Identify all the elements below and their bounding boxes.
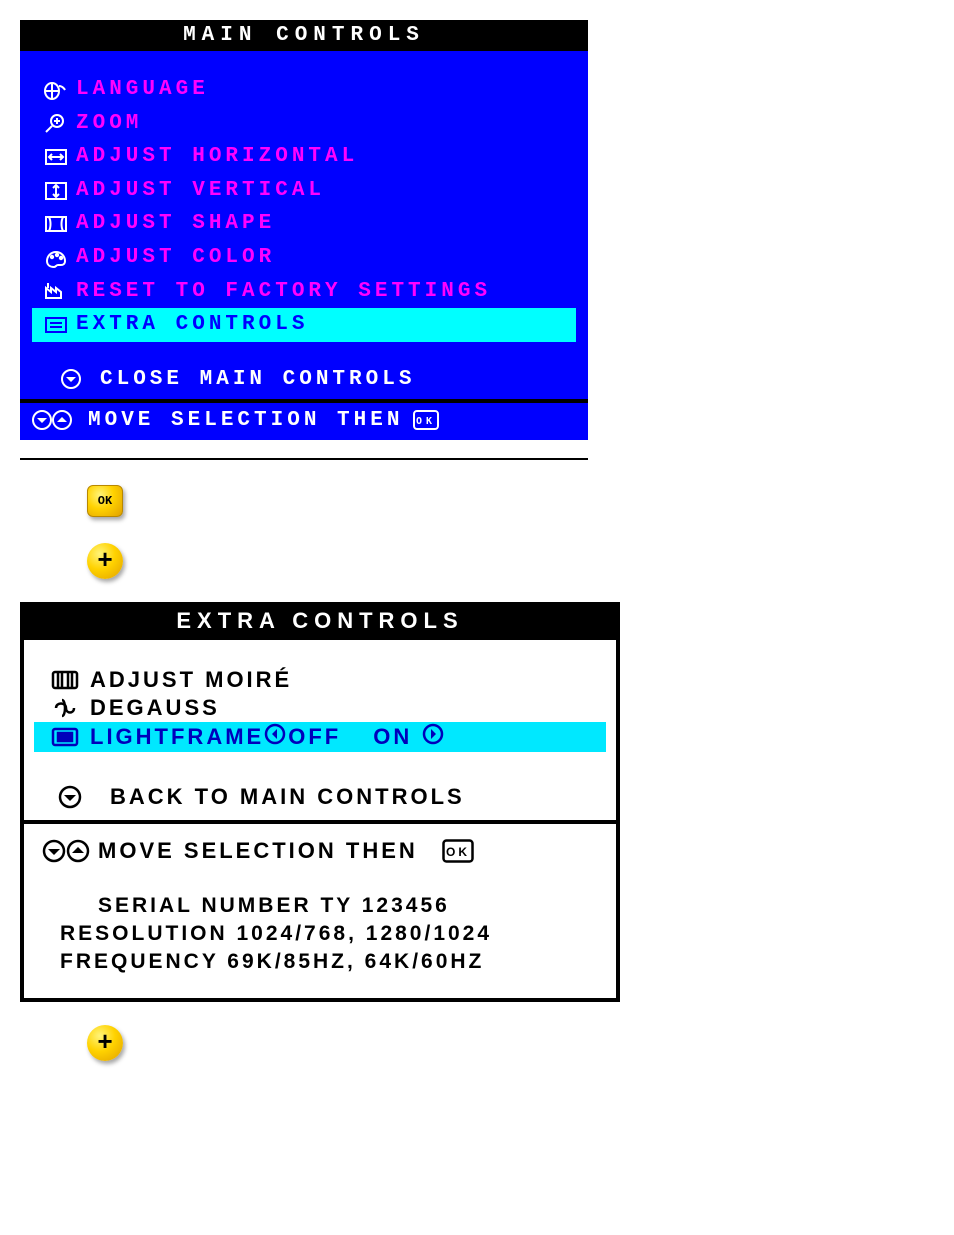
adjust-shape-icon [36, 213, 76, 235]
ok-button[interactable] [86, 482, 124, 520]
option-off[interactable]: OFF [288, 724, 341, 750]
menu-item-extra-controls[interactable]: EXTRA CONTROLS [32, 308, 576, 342]
down-arrow-icon [58, 785, 82, 809]
moire-icon [40, 668, 90, 692]
adjust-vertical-icon [36, 180, 76, 202]
menu-item-adjust-moire[interactable]: ADJUST MOIRÉ [34, 666, 606, 694]
menu-item-label: LIGHTFRAME [90, 724, 264, 750]
up-down-arrows-icon [42, 839, 90, 863]
footer-move-text: MOVE SELECTION THEN [98, 838, 418, 864]
up-down-arrows-icon [32, 409, 72, 431]
menu-item-label: ADJUST SHAPE [76, 207, 275, 241]
ok-icon: OK [442, 839, 474, 863]
extra-title: EXTRA CONTROLS [24, 606, 616, 640]
footer-text: MOVE SELECTION THEN [88, 409, 403, 432]
divider [20, 458, 588, 460]
right-arrow-icon [422, 723, 444, 751]
frequency-info: FREQUENCY 69K/85HZ, 64K/60HZ [42, 950, 598, 974]
footer-move-row: MOVE SELECTION THEN OK [42, 838, 598, 864]
menu-item-label: ADJUST VERTICAL [76, 174, 325, 208]
zoom-icon [36, 112, 76, 134]
menu-item-label: ADJUST HORIZONTAL [76, 140, 358, 174]
ok-icon [87, 485, 123, 517]
plus-button[interactable] [86, 1024, 124, 1062]
menu-item-label: DEGAUSS [90, 695, 220, 721]
main-footer: MOVE SELECTION THEN OK [20, 399, 588, 440]
menu-item-lightframe[interactable]: LIGHTFRAME OFF ON [34, 722, 606, 752]
menu-item-label: EXTRA CONTROLS [76, 308, 308, 342]
language-icon [36, 79, 76, 101]
extra-controls-icon [36, 314, 76, 336]
option-on[interactable]: ON [373, 724, 412, 750]
menu-item-label: ADJUST COLOR [76, 241, 275, 275]
serial-number: SERIAL NUMBER TY 123456 [42, 894, 598, 918]
main-menu-body: LANGUAGE ZOOM ADJUST HORIZONTAL ADJUST V… [20, 51, 588, 399]
menu-item-adjust-vertical[interactable]: ADJUST VERTICAL [32, 174, 576, 208]
svg-text:OK: OK [416, 416, 436, 427]
back-to-main-controls[interactable]: BACK TO MAIN CONTROLS [34, 784, 606, 810]
menu-item-zoom[interactable]: ZOOM [32, 107, 576, 141]
extra-controls-osd: EXTRA CONTROLS ADJUST MOIRÉ DEGAUSS LIGH… [20, 602, 620, 1002]
back-label: BACK TO MAIN CONTROLS [110, 784, 465, 810]
plus-button[interactable] [86, 542, 124, 580]
lightframe-icon [40, 725, 90, 749]
left-arrow-icon [264, 723, 286, 751]
plus-icon [87, 543, 123, 579]
lightframe-options: OFF ON [264, 723, 444, 751]
close-label: CLOSE MAIN CONTROLS [100, 368, 415, 391]
plus-icon [87, 1025, 123, 1061]
ok-icon: OK [413, 410, 439, 430]
menu-item-label: ADJUST MOIRÉ [90, 667, 292, 693]
menu-item-label: RESET TO FACTORY SETTINGS [76, 275, 491, 309]
close-main-controls[interactable]: CLOSE MAIN CONTROLS [32, 368, 576, 391]
extra-menu-body: ADJUST MOIRÉ DEGAUSS LIGHTFRAME OFF ON [24, 640, 616, 820]
adjust-horizontal-icon [36, 146, 76, 168]
down-arrow-icon [60, 368, 82, 390]
menu-item-adjust-horizontal[interactable]: ADJUST HORIZONTAL [32, 140, 576, 174]
menu-item-label: ZOOM [76, 107, 142, 141]
svg-text:OK: OK [446, 845, 470, 859]
main-title: MAIN CONTROLS [20, 20, 588, 51]
resolution-info: RESOLUTION 1024/768, 1280/1024 [42, 922, 598, 946]
menu-item-language[interactable]: LANGUAGE [32, 73, 576, 107]
menu-item-degauss[interactable]: DEGAUSS [34, 694, 606, 722]
menu-item-adjust-shape[interactable]: ADJUST SHAPE [32, 207, 576, 241]
adjust-color-icon [36, 247, 76, 269]
extra-footer: MOVE SELECTION THEN OK SERIAL NUMBER TY … [24, 820, 616, 998]
factory-icon [36, 280, 76, 302]
menu-item-adjust-color[interactable]: ADJUST COLOR [32, 241, 576, 275]
menu-item-reset-factory[interactable]: RESET TO FACTORY SETTINGS [32, 275, 576, 309]
degauss-icon [40, 696, 90, 720]
menu-item-label: LANGUAGE [76, 73, 209, 107]
main-controls-osd: MAIN CONTROLS LANGUAGE ZOOM ADJUST HORIZ… [20, 20, 588, 440]
